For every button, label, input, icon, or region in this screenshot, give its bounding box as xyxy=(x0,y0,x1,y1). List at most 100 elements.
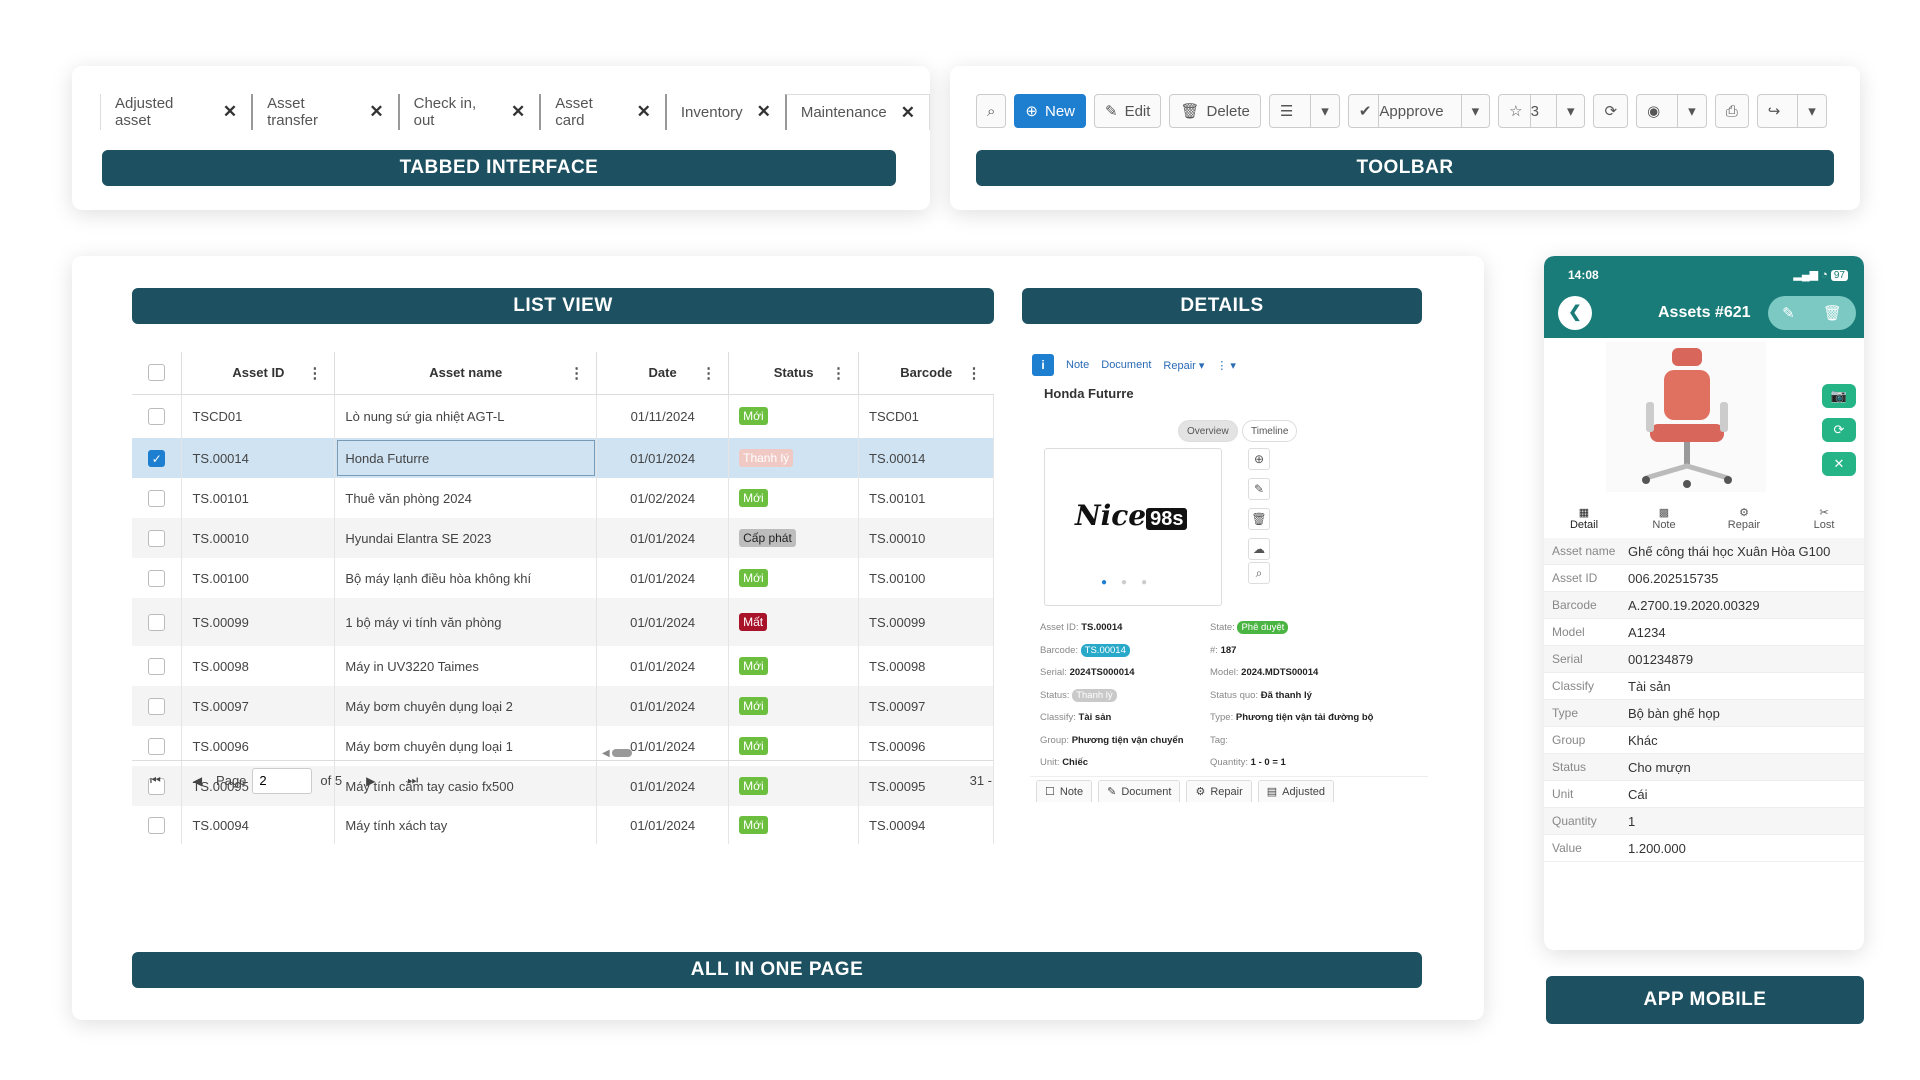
cell-status[interactable]: Mới xyxy=(728,394,860,438)
approve-split-button[interactable]: ✔ Appprove ▾ xyxy=(1347,94,1491,128)
cell-asset-name[interactable]: Máy bơm chuyên dụng loại 2 xyxy=(334,686,598,726)
cell-date[interactable]: 01/11/2024 xyxy=(596,394,730,438)
cell-barcode[interactable]: TSCD01 xyxy=(858,394,994,438)
cell-barcode[interactable]: TS.00097 xyxy=(858,686,994,726)
cell-asset-name[interactable]: Lò nung sứ gia nhiệt AGT-L xyxy=(334,394,598,438)
cell-asset-id[interactable]: TS.00010 xyxy=(181,518,336,558)
details-tab-document[interactable]: Document xyxy=(1101,359,1151,371)
cell-barcode[interactable]: TS.00094 xyxy=(858,806,994,844)
last-page-icon[interactable]: ⏭ xyxy=(407,773,418,788)
cell-barcode[interactable]: TS.00099 xyxy=(858,598,994,646)
mobile-tab-detail[interactable]: ▦ Detail xyxy=(1544,506,1624,531)
row-checkbox[interactable] xyxy=(148,816,166,834)
delete-image-icon[interactable]: 🗑 xyxy=(1248,508,1270,530)
cell-select[interactable] xyxy=(132,686,183,726)
cell-barcode[interactable]: TS.00098 xyxy=(858,646,994,686)
mobile-tab-repair[interactable]: ⚙ Repair xyxy=(1704,506,1784,531)
refresh-button[interactable]: ⟳ xyxy=(1593,94,1629,128)
col-status[interactable]: Status ⋮ xyxy=(728,352,860,395)
search-button[interactable]: ⌕ xyxy=(976,94,1007,128)
tab-item[interactable]: Maintenance ✕ xyxy=(784,94,930,130)
cell-date[interactable]: 01/01/2024 xyxy=(596,646,730,686)
cell-barcode[interactable]: TS.00101 xyxy=(858,478,994,518)
row-checkbox[interactable] xyxy=(148,613,166,631)
cell-asset-name[interactable]: Máy in UV3220 Taimes xyxy=(334,646,598,686)
zoom-icon[interactable]: ⌕ xyxy=(1248,562,1270,584)
remove-image-button[interactable]: ✕ xyxy=(1822,452,1856,476)
cell-barcode[interactable]: TS.00100 xyxy=(858,558,994,598)
cell-status[interactable]: Mới xyxy=(728,806,860,844)
mobile-tab-lost[interactable]: ✂ Lost xyxy=(1784,506,1864,531)
next-page-icon[interactable]: ▶ xyxy=(366,774,375,788)
tab-item[interactable]: Check in, out ✕ xyxy=(397,94,540,130)
table-row[interactable]: TS.00094 Máy tính xách tay 01/01/2024 Mới TS… xyxy=(132,806,994,844)
edit-image-icon[interactable]: ✎ xyxy=(1248,478,1270,500)
cell-asset-name[interactable]: Honda Futurre xyxy=(334,438,598,478)
cell-date[interactable]: 01/01/2024 xyxy=(596,558,730,598)
cell-select[interactable] xyxy=(132,598,183,646)
footer-note-button[interactable]: ☐ Note xyxy=(1036,779,1093,802)
cell-date[interactable]: 01/01/2024 xyxy=(596,518,730,558)
row-checkbox[interactable] xyxy=(148,569,166,587)
cell-status[interactable]: Cấp phát xyxy=(728,518,860,558)
footer-adjusted-button[interactable]: ▤ Adjusted xyxy=(1257,779,1334,802)
cell-asset-id[interactable]: TS.00101 xyxy=(181,478,336,518)
share-split-button[interactable]: ↪ ▾ xyxy=(1756,94,1827,128)
cell-date[interactable]: 01/01/2024 xyxy=(596,806,730,844)
cell-asset-id[interactable]: TS.00094 xyxy=(181,806,336,844)
table-row[interactable]: TS.00010 Hyundai Elantra SE 2023 01/01/202… xyxy=(132,518,994,558)
row-checkbox[interactable] xyxy=(148,529,166,547)
overview-pill[interactable]: Overview xyxy=(1178,420,1238,442)
column-menu-icon[interactable]: ⋮ xyxy=(701,364,716,382)
cell-asset-name[interactable]: Máy tính xách tay xyxy=(334,806,598,844)
menu-split-button[interactable]: ☰ ▾ xyxy=(1268,94,1340,128)
col-barcode[interactable]: Barcode ⋮ xyxy=(858,352,994,395)
cell-select[interactable] xyxy=(132,518,183,558)
tab-item[interactable]: Adjusted asset ✕ xyxy=(100,94,252,130)
cell-asset-name[interactable]: Hyundai Elantra SE 2023 xyxy=(334,518,598,558)
row-checkbox[interactable] xyxy=(148,407,166,425)
column-menu-icon[interactable]: ⋮ xyxy=(307,364,322,382)
cell-asset-name[interactable]: Bộ máy lạnh điều hòa không khí xyxy=(334,558,598,598)
cell-barcode[interactable]: TS.00014 xyxy=(858,438,994,478)
cell-select[interactable] xyxy=(132,478,183,518)
col-asset-id[interactable]: Asset ID ⋮ xyxy=(181,352,336,395)
cell-date[interactable]: 01/01/2024 xyxy=(596,686,730,726)
details-tab-more[interactable]: ⋮ ▾ xyxy=(1216,359,1236,372)
column-menu-icon[interactable]: ⋮ xyxy=(967,364,982,382)
close-icon[interactable]: ✕ xyxy=(511,102,525,122)
close-icon[interactable]: ✕ xyxy=(757,102,771,122)
refresh-image-button[interactable]: ⟳ xyxy=(1822,418,1856,442)
cell-asset-name[interactable]: 1 bộ máy vi tính văn phòng xyxy=(334,598,598,646)
new-button[interactable]: ⊕ New xyxy=(1014,94,1086,128)
column-menu-icon[interactable]: ⋮ xyxy=(569,364,584,382)
cell-date[interactable]: 01/01/2024 xyxy=(596,598,730,646)
close-icon[interactable]: ✕ xyxy=(901,103,915,123)
row-checkbox[interactable]: ✓ xyxy=(148,449,166,467)
upload-icon[interactable]: ☁ xyxy=(1248,538,1270,560)
col-asset-name[interactable]: Asset name ⋮ xyxy=(334,352,598,395)
prev-page-icon[interactable]: ◀ xyxy=(193,774,202,788)
camera-button[interactable]: 📷 xyxy=(1822,384,1856,408)
table-row[interactable]: ✓ TS.00014 Honda Futurre 01/01/2024 Thanh lý… xyxy=(132,438,994,478)
table-row[interactable]: TSCD01 Lò nung sứ gia nhiệt AGT-L 01/11/20… xyxy=(132,394,994,438)
first-page-icon[interactable]: ⏮ xyxy=(150,773,161,788)
edit-icon[interactable]: ✎ xyxy=(1782,304,1795,322)
timeline-pill[interactable]: Timeline xyxy=(1242,420,1298,442)
table-row[interactable]: TS.00098 Máy in UV3220 Taimes 01/01/2024 Mớ… xyxy=(132,646,994,686)
tab-item[interactable]: Asset card ✕ xyxy=(539,94,665,130)
row-checkbox[interactable] xyxy=(148,737,166,755)
mobile-tab-note[interactable]: ▩ Note xyxy=(1624,506,1704,531)
cell-select[interactable] xyxy=(132,806,183,844)
row-checkbox[interactable] xyxy=(148,489,166,507)
footer-repair-button[interactable]: ⚙ Repair xyxy=(1186,779,1252,802)
cell-select[interactable] xyxy=(132,394,183,438)
close-icon[interactable]: ✕ xyxy=(637,102,651,122)
info-icon[interactable]: i xyxy=(1032,354,1054,376)
cell-asset-id[interactable]: TS.00097 xyxy=(181,686,336,726)
cell-barcode[interactable]: TS.00010 xyxy=(858,518,994,558)
cell-asset-id[interactable]: TS.00100 xyxy=(181,558,336,598)
cell-select[interactable] xyxy=(132,646,183,686)
table-row[interactable]: TS.00100 Bộ máy lạnh điều hòa không khí 01… xyxy=(132,558,994,598)
close-icon[interactable]: ✕ xyxy=(223,102,237,122)
